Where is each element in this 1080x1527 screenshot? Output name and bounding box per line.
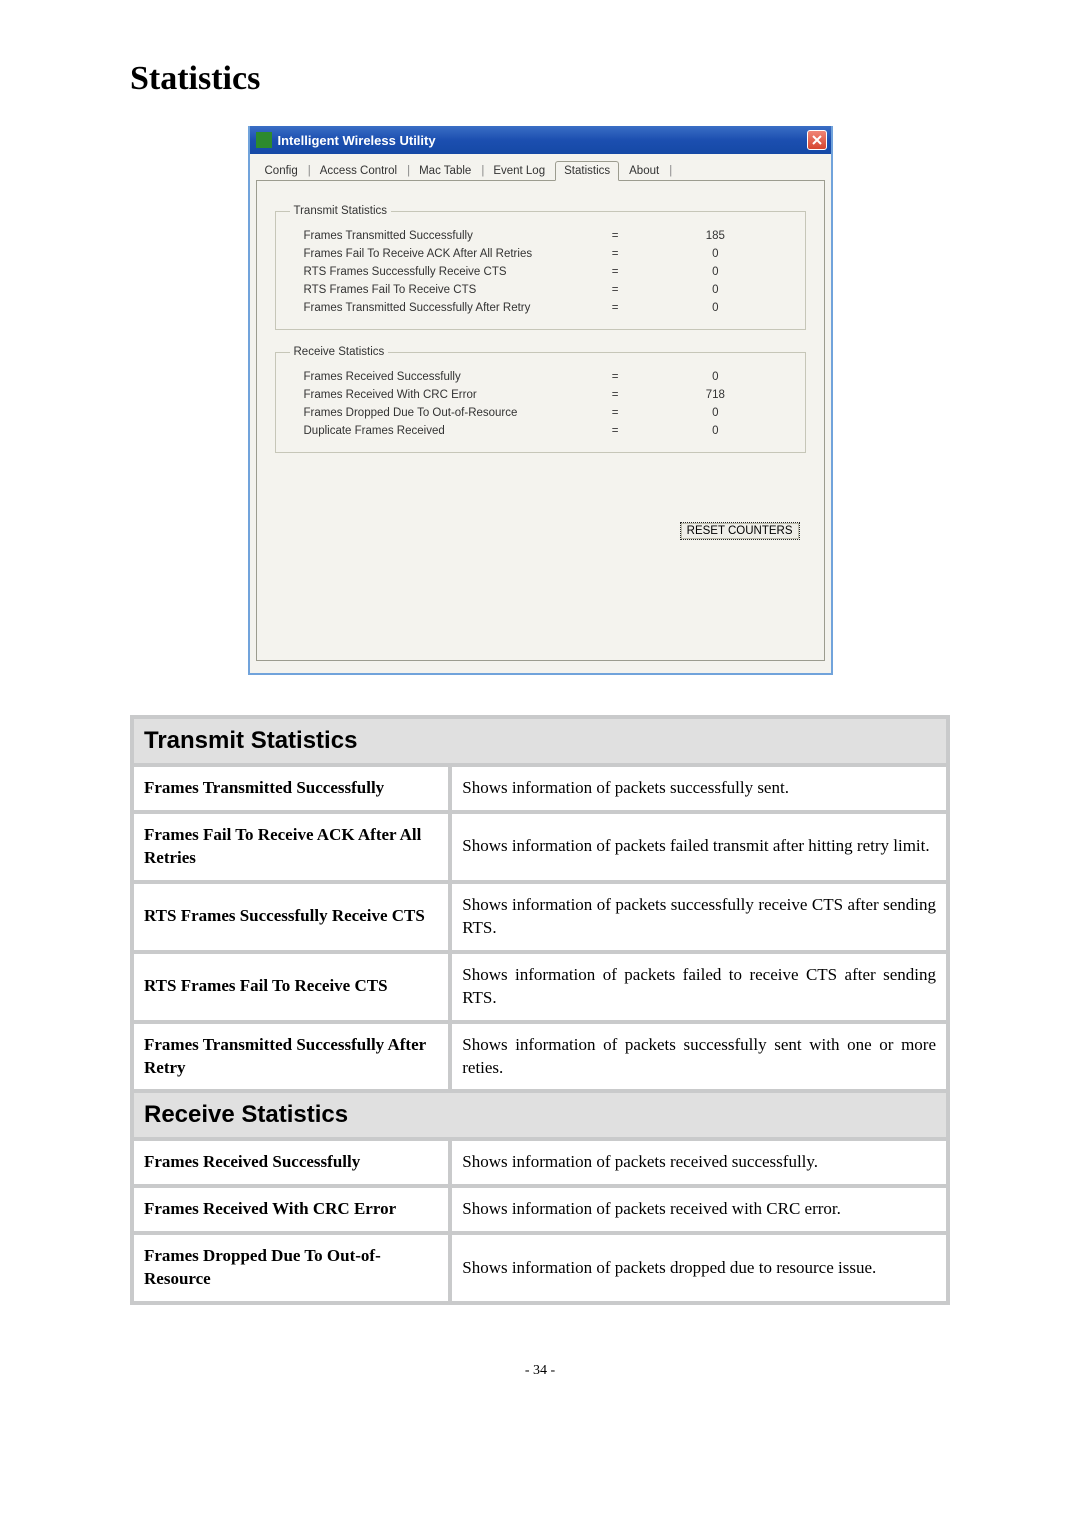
stat-label: Frames Transmitted Successfully After Re… [290,302,591,314]
stat-row: RTS Frames Fail To Receive CTS = 0 [290,281,791,299]
transmit-legend: Transmit Statistics [290,205,392,217]
equals-sign: = [590,284,640,296]
transmit-statistics-group: Transmit Statistics Frames Transmitted S… [275,205,806,330]
dialog-title: Intelligent Wireless Utility [278,133,436,148]
table-row: Frames Fail To Receive ACK After All Ret… [132,812,948,882]
tab-access-control[interactable]: Access Control [311,161,406,180]
tab-config[interactable]: Config [256,161,307,180]
term: RTS Frames Fail To Receive CTS [132,952,450,1022]
tab-statistics[interactable]: Statistics [555,161,619,181]
description: Shows information of packets failed tran… [450,812,948,882]
stat-label: RTS Frames Fail To Receive CTS [290,284,591,296]
description: Shows information of packets successfull… [450,1022,948,1092]
term: Frames Received Successfully [132,1139,450,1186]
stat-row: RTS Frames Successfully Receive CTS = 0 [290,263,791,281]
description: Shows information of packets dropped due… [450,1233,948,1303]
stat-value: 0 [640,371,790,383]
equals-sign: = [590,248,640,260]
tab-mac-table[interactable]: Mac Table [410,161,480,180]
stat-label: Duplicate Frames Received [290,425,591,437]
stat-row: Frames Received Successfully = 0 [290,368,791,386]
term: Frames Transmitted Successfully [132,765,450,812]
description: Shows information of packets successfull… [450,882,948,952]
wireless-utility-dialog: Intelligent Wireless Utility Config | Acc… [248,126,833,675]
description: Shows information of packets received wi… [450,1186,948,1233]
equals-sign: = [590,425,640,437]
stat-label: Frames Transmitted Successfully [290,230,591,242]
stat-value: 0 [640,407,790,419]
table-row: Frames Dropped Due To Out-of-Resource Sh… [132,1233,948,1303]
page-title: Statistics [130,60,950,98]
stat-label: Frames Dropped Due To Out-of-Resource [290,407,591,419]
stat-row: Frames Transmitted Successfully = 185 [290,227,791,245]
stat-row: Frames Fail To Receive ACK After All Ret… [290,245,791,263]
receive-section-header: Receive Statistics [132,1091,948,1139]
page-number: - 34 - [130,1363,950,1379]
app-icon [256,132,272,148]
reset-counters-button[interactable]: RESET COUNTERS [680,522,800,540]
table-row: RTS Frames Fail To Receive CTS Shows inf… [132,952,948,1022]
description: Shows information of packets successfull… [450,765,948,812]
stat-row: Duplicate Frames Received = 0 [290,422,791,440]
table-row: Frames Received Successfully Shows infor… [132,1139,948,1186]
stat-value: 0 [640,302,790,314]
stat-value: 185 [640,230,790,242]
stat-label: Frames Fail To Receive ACK After All Ret… [290,248,591,260]
equals-sign: = [590,266,640,278]
tab-event-log[interactable]: Event Log [484,161,554,180]
dialog-titlebar: Intelligent Wireless Utility [250,126,831,154]
stat-value: 0 [640,266,790,278]
receive-legend: Receive Statistics [290,346,389,358]
equals-sign: = [590,230,640,242]
close-icon [812,135,822,145]
term: Frames Fail To Receive ACK After All Ret… [132,812,450,882]
stat-label: Frames Received Successfully [290,371,591,383]
stat-row: Frames Dropped Due To Out-of-Resource = … [290,404,791,422]
receive-statistics-group: Receive Statistics Frames Received Succe… [275,346,806,453]
equals-sign: = [590,302,640,314]
table-row: Frames Transmitted Successfully Shows in… [132,765,948,812]
close-button[interactable] [807,130,827,150]
description: Shows information of packets failed to r… [450,952,948,1022]
table-row: RTS Frames Successfully Receive CTS Show… [132,882,948,952]
stat-value: 718 [640,389,790,401]
tabstrip: Config| Access Control| Mac Table| Event… [256,158,825,181]
stat-value: 0 [640,425,790,437]
description: Shows information of packets received su… [450,1139,948,1186]
stat-value: 0 [640,248,790,260]
equals-sign: = [590,371,640,383]
stat-row: Frames Transmitted Successfully After Re… [290,299,791,317]
tab-about[interactable]: About [620,161,668,180]
term: Frames Received With CRC Error [132,1186,450,1233]
equals-sign: = [590,407,640,419]
transmit-definitions-table: Transmit Statistics Frames Transmitted S… [130,715,950,1305]
tab-body: Transmit Statistics Frames Transmitted S… [256,181,825,661]
term: Frames Transmitted Successfully After Re… [132,1022,450,1092]
term: Frames Dropped Due To Out-of-Resource [132,1233,450,1303]
stat-value: 0 [640,284,790,296]
transmit-section-header: Transmit Statistics [132,717,948,765]
stat-label: RTS Frames Successfully Receive CTS [290,266,591,278]
equals-sign: = [590,389,640,401]
table-row: Frames Transmitted Successfully After Re… [132,1022,948,1092]
tab-separator: | [669,162,672,180]
stat-label: Frames Received With CRC Error [290,389,591,401]
term: RTS Frames Successfully Receive CTS [132,882,450,952]
table-row: Frames Received With CRC Error Shows inf… [132,1186,948,1233]
stat-row: Frames Received With CRC Error = 718 [290,386,791,404]
